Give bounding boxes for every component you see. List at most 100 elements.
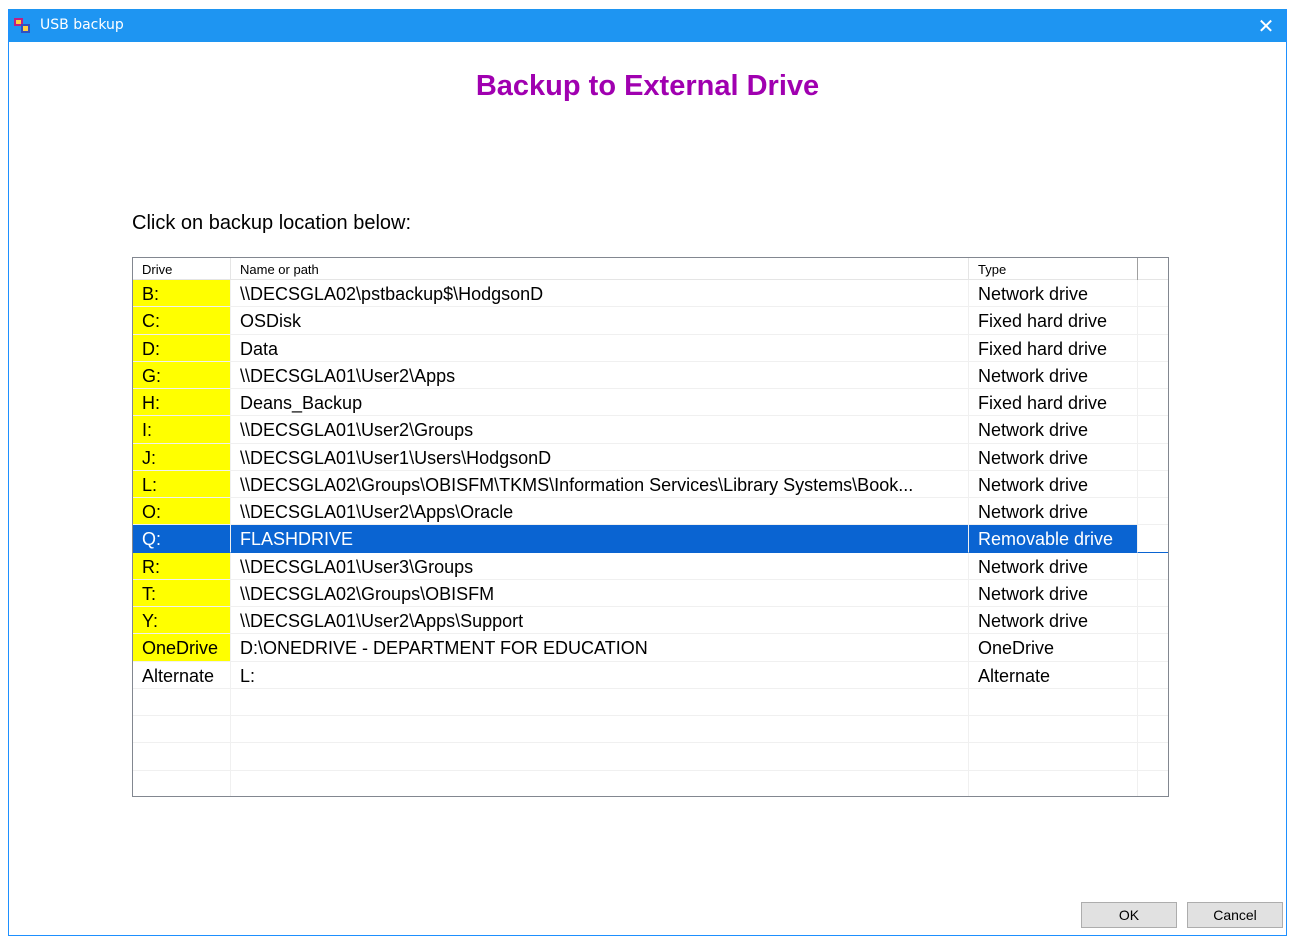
- path-cell: \\DECSGLA01\User3\Groups: [231, 552, 969, 580]
- usb-backup-window: USB backup ✕ Backup to External Drive Cl…: [8, 9, 1287, 936]
- drive-cell: [133, 770, 231, 796]
- drive-cell: [133, 688, 231, 716]
- spacer-cell: [1138, 607, 1168, 635]
- backup-location-list[interactable]: Drive Name or path Type B: \\DECSGLA02\ps…: [132, 257, 1169, 797]
- list-row[interactable]: R: \\DECSGLA01\User3\Groups Network drive: [133, 552, 1168, 580]
- empty-list-row: [133, 770, 1168, 797]
- list-row[interactable]: I: \\DECSGLA01\User2\Groups Network drive: [133, 416, 1168, 444]
- list-row[interactable]: OneDrive D:\ONEDRIVE - DEPARTMENT FOR EDU…: [133, 634, 1168, 662]
- page-heading: Backup to External Drive: [475, 70, 820, 102]
- spacer-cell: [1138, 580, 1168, 607]
- type-cell: Network drive: [969, 579, 1138, 607]
- list-row[interactable]: C: OSDisk Fixed hard drive: [133, 307, 1168, 335]
- type-cell: Network drive: [969, 361, 1138, 389]
- list-row[interactable]: H: Deans_Backup Fixed hard drive: [133, 389, 1168, 417]
- spacer-cell: [1138, 362, 1168, 389]
- type-cell: [969, 688, 1138, 716]
- spacer-cell: [1138, 771, 1168, 797]
- type-cell: Network drive: [969, 470, 1138, 498]
- close-icon: ✕: [1257, 13, 1275, 38]
- spacer-cell: [1138, 389, 1168, 417]
- drive-cell: Y:: [133, 607, 231, 635]
- spacer-cell: [1138, 525, 1168, 553]
- ok-button[interactable]: OK: [1081, 902, 1177, 928]
- drive-cell: O:: [133, 498, 231, 526]
- spacer-cell: [1138, 689, 1168, 716]
- type-cell: Network drive: [969, 552, 1138, 580]
- list-row[interactable]: Alternate L: Alternate: [133, 661, 1168, 689]
- list-body: B: \\DECSGLA02\pstbackup$\HodgsonD Network…: [133, 280, 1168, 797]
- type-cell: Network drive: [969, 416, 1138, 444]
- path-cell: \\DECSGLA01\User2\Apps\Support: [231, 607, 969, 635]
- type-cell: Fixed hard drive: [969, 334, 1138, 362]
- list-row[interactable]: J: \\DECSGLA01\User1\Users\HodgsonD Networ…: [133, 443, 1168, 471]
- path-cell: [231, 770, 969, 796]
- list-row[interactable]: D: Data Fixed hard drive: [133, 334, 1168, 362]
- drive-cell: D:: [133, 334, 231, 362]
- type-cell: Network drive: [969, 443, 1138, 471]
- title-bar[interactable]: USB backup ✕: [9, 9, 1286, 42]
- instruction-text: Click on backup location below:: [132, 212, 412, 234]
- list-header: Drive Name or path Type: [133, 258, 1168, 280]
- path-cell: [231, 688, 969, 716]
- column-header-type[interactable]: Type: [969, 258, 1138, 280]
- list-row[interactable]: G: \\DECSGLA01\User2\Apps Network drive: [133, 361, 1168, 389]
- spacer-cell: [1138, 444, 1168, 471]
- path-cell: FLASHDRIVE: [231, 525, 969, 553]
- type-cell: Network drive: [969, 498, 1138, 526]
- window-title: USB backup: [40, 17, 124, 33]
- list-row[interactable]: T: \\DECSGLA02\Groups\OBISFM Network drive: [133, 579, 1168, 607]
- path-cell: \\DECSGLA02\pstbackup$\HodgsonD: [231, 280, 969, 308]
- spacer-cell: [1138, 743, 1168, 771]
- drive-cell: [133, 743, 231, 771]
- spacer-cell: [1138, 716, 1168, 744]
- type-cell: OneDrive: [969, 634, 1138, 662]
- drive-cell: L:: [133, 470, 231, 498]
- path-cell: Deans_Backup: [231, 389, 969, 417]
- path-cell: L:: [231, 661, 969, 689]
- empty-list-row: [133, 716, 1168, 744]
- type-cell: Network drive: [969, 280, 1138, 308]
- column-header-path[interactable]: Name or path: [231, 258, 969, 280]
- path-cell: \\DECSGLA01\User2\Apps: [231, 361, 969, 389]
- list-row[interactable]: L: \\DECSGLA02\Groups\OBISFM\TKMS\Informa…: [133, 470, 1168, 498]
- drive-cell: G:: [133, 361, 231, 389]
- path-cell: \\DECSGLA02\Groups\OBISFM: [231, 579, 969, 607]
- path-cell: \\DECSGLA01\User2\Apps\Oracle: [231, 498, 969, 526]
- list-row[interactable]: B: \\DECSGLA02\pstbackup$\HodgsonD Network…: [133, 280, 1168, 308]
- spacer-cell: [1138, 634, 1168, 662]
- path-cell: [231, 743, 969, 771]
- cancel-button[interactable]: Cancel: [1187, 902, 1283, 928]
- list-row[interactable]: O: \\DECSGLA01\User2\Apps\Oracle Network d…: [133, 498, 1168, 526]
- close-button[interactable]: ✕: [1246, 9, 1286, 42]
- spacer-cell: [1138, 280, 1168, 308]
- drive-cell: I:: [133, 416, 231, 444]
- spacer-cell: [1138, 471, 1168, 498]
- spacer-cell: [1138, 335, 1168, 362]
- drive-cell: C:: [133, 307, 231, 335]
- empty-list-row: [133, 743, 1168, 771]
- type-cell: Fixed hard drive: [969, 389, 1138, 417]
- drive-cell: Alternate: [133, 661, 231, 689]
- drive-cell: [133, 716, 231, 744]
- spacer-cell: [1138, 307, 1168, 335]
- column-header-drive[interactable]: Drive: [133, 258, 231, 280]
- type-cell: Removable drive: [969, 525, 1138, 553]
- type-cell: Alternate: [969, 661, 1138, 689]
- type-cell: Network drive: [969, 607, 1138, 635]
- empty-list-row: [133, 688, 1168, 716]
- drive-cell: B:: [133, 280, 231, 308]
- list-row[interactable]: Y: \\DECSGLA01\User2\Apps\Support Network …: [133, 607, 1168, 635]
- list-row[interactable]: Q: FLASHDRIVE Removable drive: [133, 525, 1168, 553]
- path-cell: Data: [231, 334, 969, 362]
- spacer-cell: [1138, 498, 1168, 526]
- spacer-cell: [1138, 662, 1168, 689]
- path-cell: OSDisk: [231, 307, 969, 335]
- path-cell: D:\ONEDRIVE - DEPARTMENT FOR EDUCATION: [231, 634, 969, 662]
- path-cell: \\DECSGLA01\User1\Users\HodgsonD: [231, 443, 969, 471]
- drive-cell: OneDrive: [133, 634, 231, 662]
- drive-cell: H:: [133, 389, 231, 417]
- type-cell: Fixed hard drive: [969, 307, 1138, 335]
- drive-cell: Q:: [133, 525, 231, 553]
- type-cell: [969, 716, 1138, 744]
